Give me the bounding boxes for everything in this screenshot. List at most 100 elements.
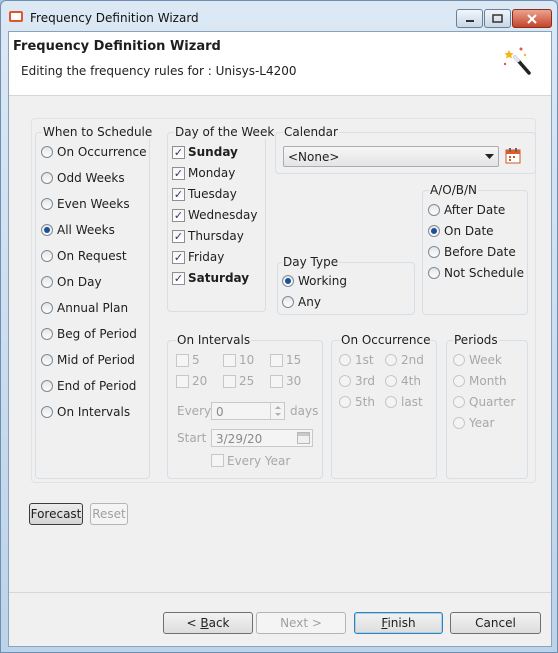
spinner-arrows-icon[interactable]	[270, 403, 284, 419]
schedule-option-label[interactable]: Even Weeks	[57, 197, 130, 211]
day-checkbox-saturday[interactable]: ✓	[172, 272, 185, 285]
calendar-icon[interactable]	[505, 147, 521, 164]
aobn-option-label[interactable]: Before Date	[444, 245, 516, 259]
interval-checkbox-25[interactable]	[223, 375, 236, 388]
period-option-label[interactable]: Year	[469, 416, 494, 430]
interval-option-label[interactable]: 20	[192, 374, 207, 388]
day-type-radio-any[interactable]	[282, 296, 294, 308]
aobn-radio-before-date[interactable]	[428, 246, 440, 258]
day-checkbox-monday[interactable]: ✓	[172, 167, 185, 180]
day-checkbox-friday[interactable]: ✓	[172, 251, 185, 264]
back-prefix: <	[186, 616, 201, 630]
occurrence-option-label[interactable]: 3rd	[355, 374, 375, 388]
day-type-option-label[interactable]: Any	[298, 295, 321, 309]
calendar-dropdown[interactable]: <None>	[283, 146, 499, 167]
day-checkbox-thursday[interactable]: ✓	[172, 230, 185, 243]
schedule-option-label[interactable]: Odd Weeks	[57, 171, 125, 185]
day-option-label[interactable]: Monday	[188, 166, 235, 180]
next-button[interactable]: Next >	[256, 612, 346, 634]
interval-checkbox-5[interactable]	[176, 354, 189, 367]
day-option-label[interactable]: Tuesday	[188, 187, 237, 201]
day-option-label[interactable]: Saturday	[188, 271, 249, 285]
finish-button[interactable]: Finish	[354, 612, 443, 634]
aobn-option-label[interactable]: After Date	[444, 203, 505, 217]
interval-option-label[interactable]: 30	[286, 374, 301, 388]
forecast-button[interactable]: Forecast	[29, 503, 83, 525]
reset-button[interactable]: Reset	[90, 503, 128, 525]
interval-checkbox-30[interactable]	[270, 375, 283, 388]
schedule-radio-mid-of-period[interactable]	[41, 354, 53, 366]
every-value: 0	[216, 405, 224, 419]
occurrence-radio-last[interactable]	[385, 396, 397, 408]
interval-option-label[interactable]: 10	[239, 353, 254, 367]
every-year-checkbox[interactable]	[211, 454, 224, 467]
maximize-button[interactable]	[484, 9, 511, 28]
period-radio-week[interactable]	[453, 354, 465, 366]
aobn-radio-after-date[interactable]	[428, 204, 440, 216]
day-option-label[interactable]: Wednesday	[188, 208, 257, 222]
schedule-option-label[interactable]: On Request	[57, 249, 127, 263]
schedule-radio-odd-weeks[interactable]	[41, 172, 53, 184]
period-radio-month[interactable]	[453, 375, 465, 387]
day-checkbox-sunday[interactable]: ✓	[172, 146, 185, 159]
period-radio-quarter[interactable]	[453, 396, 465, 408]
minimize-button[interactable]	[456, 9, 483, 28]
day-option-label[interactable]: Sunday	[188, 145, 238, 159]
aobn-radio-on-date[interactable]	[428, 225, 440, 237]
interval-checkbox-10[interactable]	[223, 354, 236, 367]
interval-checkbox-20[interactable]	[176, 375, 189, 388]
schedule-option-label[interactable]: Beg of Period	[57, 327, 137, 341]
schedule-radio-on-day[interactable]	[41, 276, 53, 288]
day-type-radio-working[interactable]	[282, 275, 294, 287]
day-option-label[interactable]: Friday	[188, 250, 224, 264]
occurrence-option-label[interactable]: 2nd	[401, 353, 424, 367]
occurrence-radio-3rd[interactable]	[339, 375, 351, 387]
occurrence-radio-2nd[interactable]	[385, 354, 397, 366]
title-bar[interactable]: Frequency Definition Wizard	[1, 1, 557, 31]
schedule-option-label[interactable]: On Occurrence	[57, 145, 146, 159]
interval-option-label[interactable]: 25	[239, 374, 254, 388]
occurrence-option-label[interactable]: 4th	[401, 374, 421, 388]
schedule-option-label[interactable]: On Intervals	[57, 405, 130, 419]
occurrence-option-label[interactable]: 1st	[355, 353, 374, 367]
schedule-option-label[interactable]: All Weeks	[57, 223, 115, 237]
occurrence-radio-5th[interactable]	[339, 396, 351, 408]
schedule-option-label[interactable]: On Day	[57, 275, 102, 289]
day-checkbox-tuesday[interactable]: ✓	[172, 188, 185, 201]
interval-option-label[interactable]: 15	[286, 353, 301, 367]
schedule-radio-end-of-period[interactable]	[41, 380, 53, 392]
back-button[interactable]: < Back	[163, 612, 253, 634]
schedule-radio-annual-plan[interactable]	[41, 302, 53, 314]
close-button[interactable]	[512, 9, 552, 28]
start-date-field[interactable]: 3/29/20	[211, 429, 313, 447]
date-picker-icon[interactable]	[297, 432, 310, 444]
schedule-option-label[interactable]: Annual Plan	[57, 301, 128, 315]
schedule-radio-beg-of-period[interactable]	[41, 328, 53, 340]
aobn-option-label[interactable]: On Date	[444, 224, 494, 238]
day-checkbox-wednesday[interactable]: ✓	[172, 209, 185, 222]
day-type-option-label[interactable]: Working	[298, 274, 347, 288]
interval-option-label[interactable]: 5	[192, 353, 200, 367]
cancel-button[interactable]: Cancel	[450, 612, 541, 634]
occurrence-radio-4th[interactable]	[385, 375, 397, 387]
schedule-option-label[interactable]: End of Period	[57, 379, 136, 393]
period-option-label[interactable]: Quarter	[469, 395, 515, 409]
aobn-option-label[interactable]: Not Schedule	[444, 266, 524, 280]
period-radio-year[interactable]	[453, 417, 465, 429]
schedule-radio-even-weeks[interactable]	[41, 198, 53, 210]
schedule-radio-all-weeks[interactable]	[41, 224, 53, 236]
schedule-radio-on-occurrence[interactable]	[41, 146, 53, 158]
every-spinner[interactable]: 0	[211, 402, 285, 420]
schedule-option-label[interactable]: Mid of Period	[57, 353, 135, 367]
occurrence-option-label[interactable]: 5th	[355, 395, 375, 409]
days-label: days	[290, 404, 319, 418]
schedule-radio-on-request[interactable]	[41, 250, 53, 262]
occurrence-radio-1st[interactable]	[339, 354, 351, 366]
period-option-label[interactable]: Week	[469, 353, 502, 367]
interval-checkbox-15[interactable]	[270, 354, 283, 367]
period-option-label[interactable]: Month	[469, 374, 507, 388]
day-option-label[interactable]: Thursday	[188, 229, 244, 243]
aobn-radio-not-schedule[interactable]	[428, 267, 440, 279]
schedule-radio-on-intervals[interactable]	[41, 406, 53, 418]
occurrence-option-label[interactable]: last	[401, 395, 423, 409]
